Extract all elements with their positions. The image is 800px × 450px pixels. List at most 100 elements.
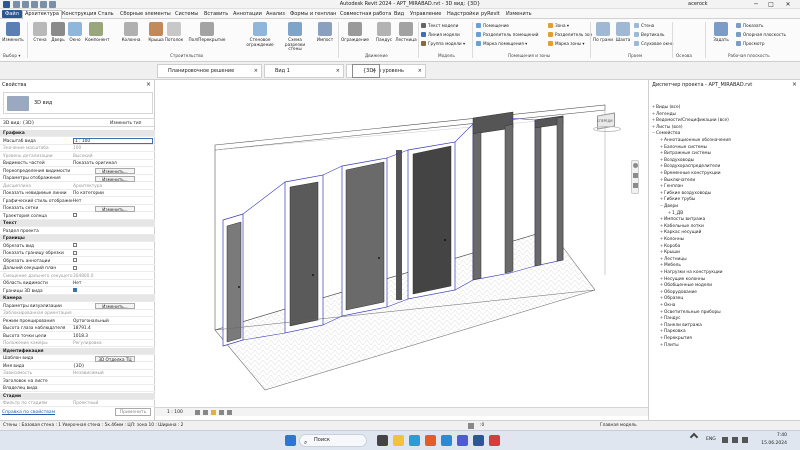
stair-button[interactable]: Лестница — [395, 22, 417, 43]
panel-build-label[interactable]: Строительство — [170, 53, 203, 58]
browser-item[interactable]: +Гибкие трубы — [659, 197, 696, 203]
scale-label[interactable]: 1 : 100 — [167, 410, 183, 415]
door-5[interactable] — [472, 111, 514, 281]
minimize-button[interactable]: ─ — [750, 0, 762, 9]
close-icon[interactable]: × — [418, 65, 422, 77]
door-4[interactable] — [407, 141, 456, 300]
property-row[interactable]: Заблокированная ориентация — [0, 310, 155, 317]
tab-steel[interactable]: Сталь — [98, 11, 114, 17]
column-button[interactable]: Колонна — [120, 22, 142, 43]
browser-item[interactable]: +Перекрытия — [659, 336, 692, 342]
detail-level-icon[interactable] — [195, 410, 200, 415]
taskbar-search[interactable]: ⌕ Поиск — [299, 434, 367, 447]
type-selector[interactable]: 3D вид — [3, 92, 153, 114]
room-tag-button[interactable]: Марка помещения ▾ — [476, 41, 527, 46]
panel-datum-label[interactable]: Основа — [676, 53, 692, 58]
property-checkbox[interactable] — [73, 265, 77, 270]
browser-item[interactable]: +1_ДВ — [667, 211, 684, 217]
browser-item[interactable]: +Импосты витража — [659, 217, 706, 223]
property-row[interactable]: Дисциплина Архитектура — [0, 183, 155, 190]
ref-plane-button[interactable]: Опорная плоскость — [736, 32, 786, 37]
area-tag-button[interactable]: Марка зоны ▾ — [548, 41, 585, 46]
file-explorer-icon[interactable] — [393, 435, 404, 446]
browser-item[interactable]: +Ведомости/Спецификации (все) — [651, 118, 729, 124]
panel-workplane-label[interactable]: Рабочая плоскость — [728, 53, 770, 58]
property-row[interactable]: Переопределения видимости Изменить... — [0, 168, 155, 175]
browser-item[interactable]: +Каркас несущий — [659, 230, 702, 236]
close-icon[interactable]: × — [792, 81, 797, 88]
apply-button[interactable]: Применить — [115, 408, 151, 416]
view-tab[interactable]: Планировочное решение × — [157, 64, 262, 78]
help-link[interactable]: Справка по свойствам — [2, 410, 55, 415]
browser-item[interactable]: +Осветительные приборы — [659, 310, 721, 316]
browser-item[interactable]: +Гибкие воздуховоды — [659, 191, 711, 197]
ceiling-button[interactable]: Потолок — [163, 22, 185, 43]
property-group-header[interactable]: Идентификация — [0, 347, 155, 355]
worksets-icon[interactable] — [468, 422, 474, 429]
wall-opening-button[interactable]: Стена — [634, 23, 654, 28]
edge-icon[interactable] — [409, 435, 420, 446]
property-row[interactable]: Показать невидимые линии По категории — [0, 190, 155, 197]
clock-date[interactable]: 15.06.2024 — [757, 441, 787, 446]
pan-icon[interactable] — [633, 183, 638, 188]
browser-item[interactable]: +Оборудование — [659, 290, 697, 296]
revit-logo-icon[interactable] — [3, 1, 10, 8]
model-line-button[interactable]: Линия модели — [421, 32, 460, 37]
property-checkbox[interactable] — [73, 250, 77, 255]
property-value[interactable]: 304800.0 — [73, 273, 153, 280]
tab-view[interactable]: Вид — [394, 11, 404, 17]
mullion-button[interactable]: Импост — [314, 22, 336, 43]
property-row[interactable]: Масштаб вида 1 : 100 — [0, 138, 155, 145]
shadows-icon[interactable] — [219, 410, 224, 415]
property-row[interactable]: Графический стиль отображения Нет — [0, 198, 155, 205]
store-icon[interactable] — [425, 435, 436, 446]
property-row[interactable]: Смещение дальнего секущего 304800.0 — [0, 273, 155, 280]
browser-item[interactable]: +Пандус — [659, 316, 681, 322]
room-button[interactable]: Помещение — [476, 23, 509, 28]
property-row[interactable]: Фильтр по стадиям Проектный — [0, 400, 155, 407]
panel-model-label[interactable]: Модель — [438, 53, 455, 58]
component-button[interactable]: Компонент — [85, 22, 110, 43]
ramp-button[interactable]: Пандус — [373, 22, 395, 43]
property-row[interactable]: Видимость частей Показать оригинал — [0, 160, 155, 167]
tab-systems[interactable]: Системы — [175, 11, 198, 17]
property-row[interactable]: Параметры отображения Изменить... — [0, 175, 155, 182]
browser-item[interactable]: +Кабельные лотки — [659, 224, 704, 230]
panel-room-label[interactable]: Помещения и зоны — [508, 53, 550, 58]
browser-item[interactable]: +Генплан — [659, 184, 683, 190]
area-boundary-button[interactable]: Разделитель зон — [548, 32, 592, 37]
property-group-header[interactable]: Границы — [0, 235, 155, 242]
tab-architecture[interactable]: Архитектура — [22, 10, 62, 19]
property-value[interactable]: 18791.4 — [73, 325, 153, 332]
door-6[interactable] — [534, 115, 564, 267]
property-row[interactable]: Дальний секущий план — [0, 265, 155, 272]
property-value[interactable]: Проектный — [73, 400, 153, 407]
close-icon[interactable]: × — [254, 65, 258, 77]
view-tab[interactable]: Вид 1 × — [264, 64, 344, 78]
property-row[interactable]: Показать границу обрезки — [0, 250, 155, 257]
property-value[interactable]: Независимый — [73, 370, 153, 377]
property-row[interactable]: Уровень детализации Высокий — [0, 153, 155, 160]
tab-modify[interactable]: Изменить — [506, 11, 532, 17]
tab-addins[interactable]: Надстройки — [447, 11, 479, 17]
browser-item[interactable]: +Панели витража — [659, 323, 702, 329]
browser-item[interactable]: +Балочные системы — [659, 145, 707, 151]
print-icon[interactable] — [49, 1, 56, 8]
tab-precast[interactable]: Сборные элементы — [120, 11, 171, 17]
close-icon[interactable]: × — [146, 81, 151, 88]
browser-item[interactable]: −Семейства — [651, 131, 681, 137]
property-value[interactable]: Показать оригинал — [73, 160, 153, 167]
clock-time[interactable]: 7:40 — [757, 433, 787, 438]
property-row[interactable]: Зависимость Независимый — [0, 370, 155, 377]
browser-item[interactable]: +Аннотационные обозначения — [659, 138, 731, 144]
open-icon[interactable] — [13, 1, 20, 8]
property-checkbox[interactable] — [73, 213, 77, 217]
crop-view-icon[interactable] — [227, 410, 232, 415]
viewcube-compass[interactable] — [593, 126, 621, 132]
save-icon[interactable] — [22, 1, 29, 8]
browser-item[interactable]: +Временные конструкции — [659, 171, 721, 177]
model-text-button[interactable]: Текст модели — [421, 23, 458, 28]
teams-icon[interactable] — [457, 435, 468, 446]
property-group-header[interactable]: Камера — [0, 295, 155, 302]
property-row[interactable]: Шаблон вида 3D Отделка ТЦ — [0, 355, 155, 362]
